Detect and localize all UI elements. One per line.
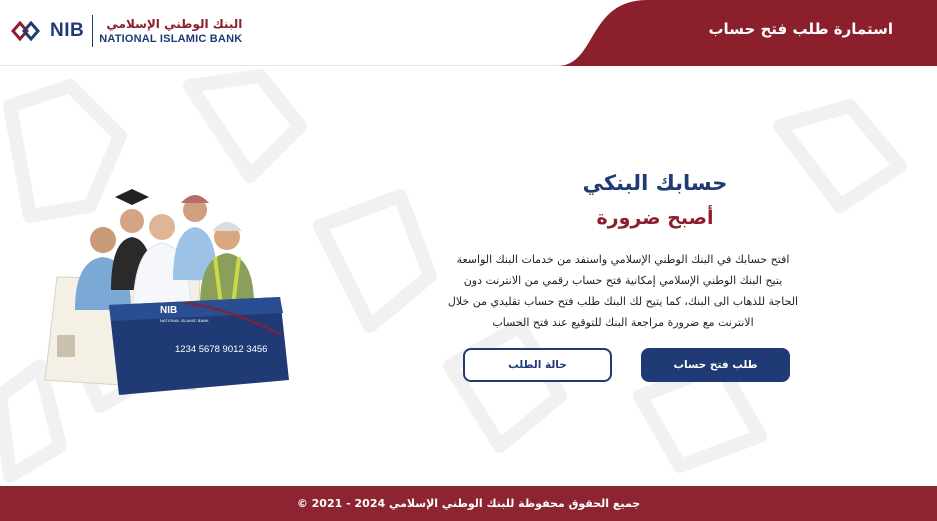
open-account-button[interactable]: طلب فتح حساب xyxy=(641,348,790,382)
logo-arabic-name: البنك الوطني الإسلامي xyxy=(106,16,243,31)
description-line: الحاجة للذهاب الى البنك، كما يتيح لك الب… xyxy=(447,295,799,308)
page-title: استمارة طلب فتح حساب xyxy=(708,20,893,38)
logo-english-name: NATIONAL ISLAMIC BANK xyxy=(99,32,243,45)
card-brand-sub-text: NATIONAL ISLAMIC BANK xyxy=(160,318,209,323)
top-header: NIB البنك الوطني الإسلامي NATIONAL ISLAM… xyxy=(0,0,937,66)
request-status-button[interactable]: حالة الطلب xyxy=(463,348,612,382)
description-line: افتح حسابك في البنك الوطني الإسلامي واست… xyxy=(456,253,790,266)
description-line: يتيح البنك الوطني الإسلامي إمكانية فتح ح… xyxy=(463,274,783,287)
card-brand-text: NIB xyxy=(160,305,177,316)
card-number-text: 1234 5678 9012 3456 xyxy=(175,344,267,355)
hero-subtitle: أصبح ضرورة xyxy=(596,207,714,229)
bank-logo[interactable]: NIB البنك الوطني الإسلامي NATIONAL ISLAM… xyxy=(10,14,242,48)
footer: جميع الحقوق محفوظة للبنك الوطني الإسلامي… xyxy=(0,486,937,521)
copyright-text: جميع الحقوق محفوظة للبنك الوطني الإسلامي… xyxy=(296,497,641,510)
hero-description: افتح حسابك في البنك الوطني الإسلامي واست… xyxy=(440,249,806,333)
bank-card-image: NIB NATIONAL ISLAMIC BANK 1234 5678 9012… xyxy=(109,297,289,395)
hero-illustration: NIB NATIONAL ISLAMIC BANK 1234 5678 9012… xyxy=(44,189,289,395)
people-group-image xyxy=(75,189,254,316)
description-line: الانترنت مع ضرورة مراجعة البنك للتوقيع ع… xyxy=(492,316,754,329)
hero-title: حسابك البنكي xyxy=(582,171,728,195)
logo-short-text: NIB xyxy=(50,20,85,41)
logo-divider xyxy=(92,15,94,47)
nib-logo-icon xyxy=(11,20,40,42)
